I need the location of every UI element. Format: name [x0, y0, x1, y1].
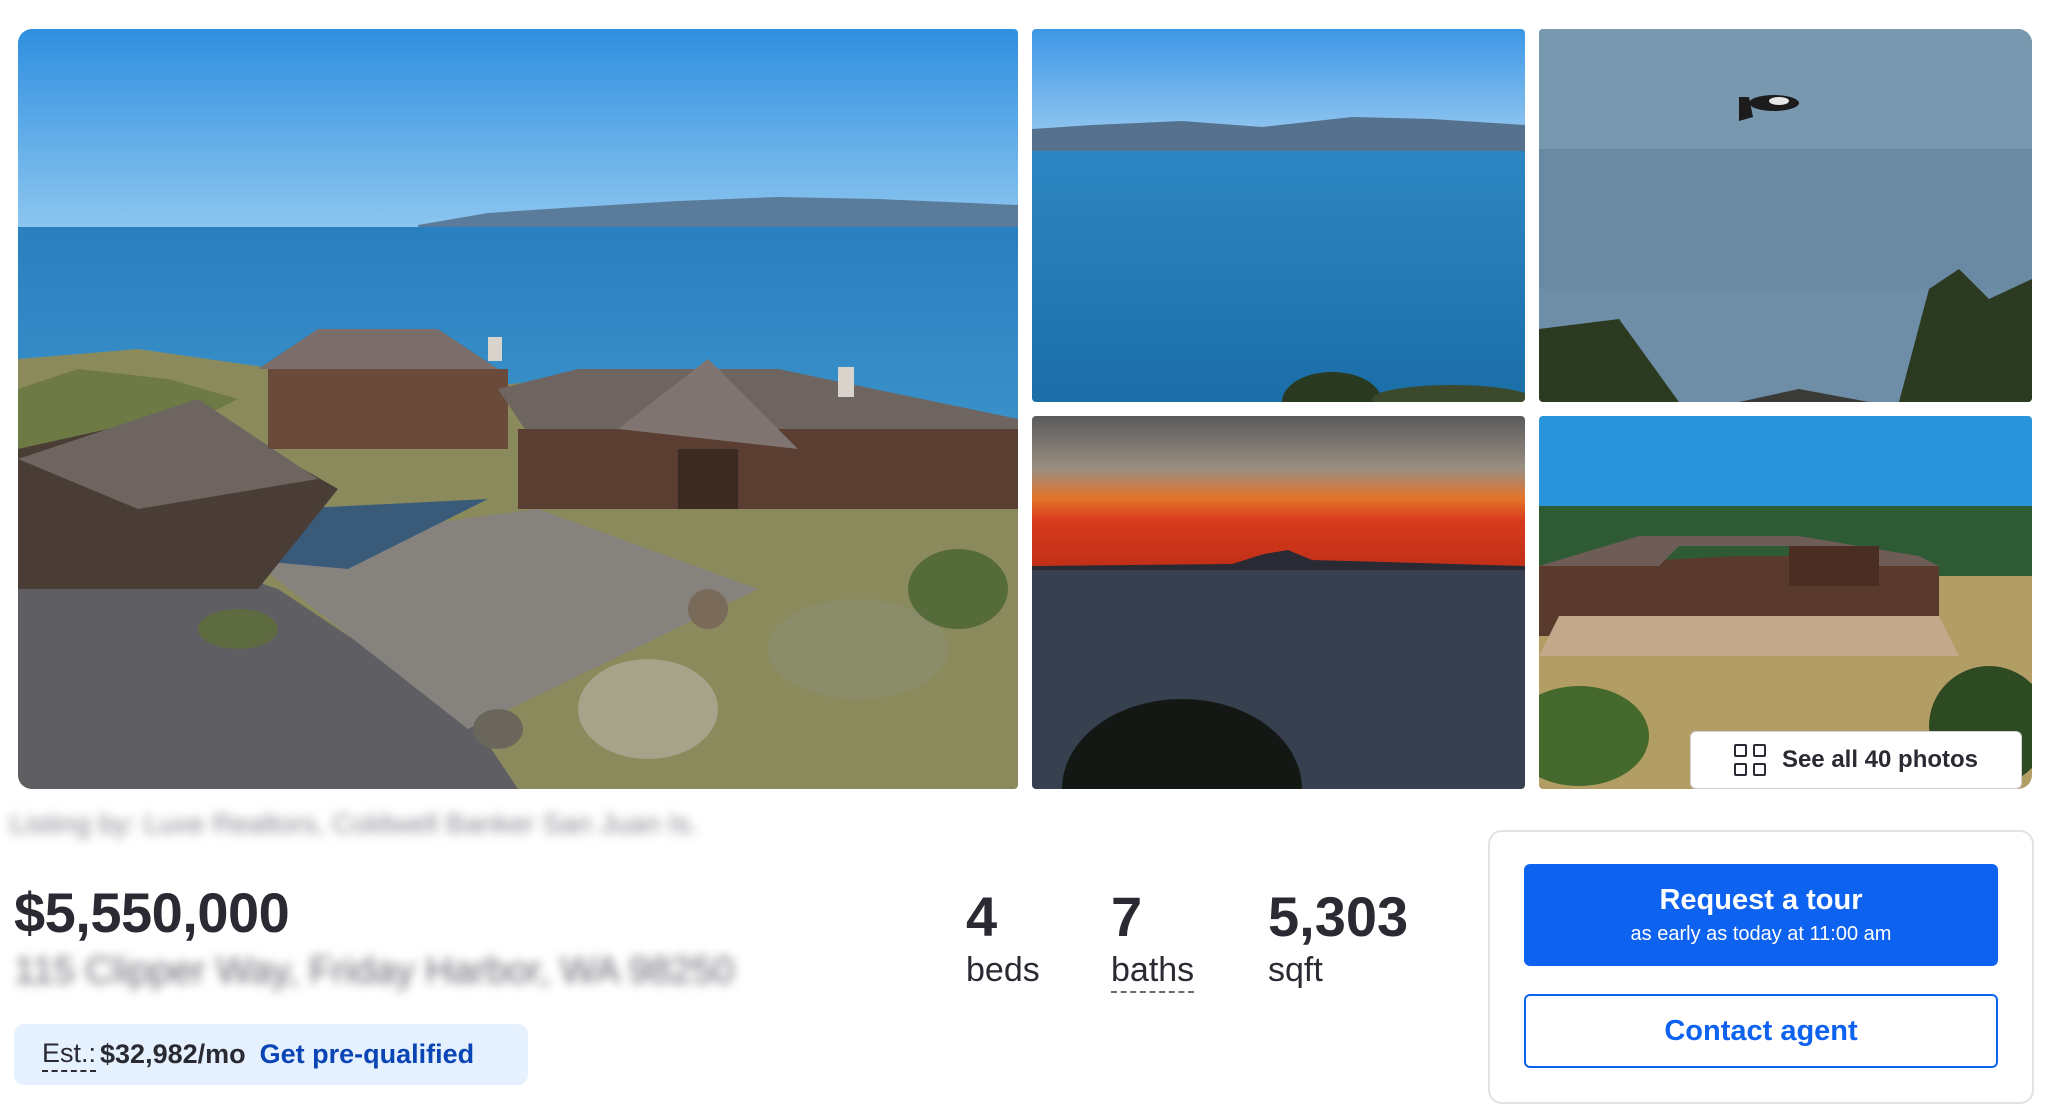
estimate-label[interactable]: Est.:: [42, 1038, 97, 1072]
request-tour-label: Request a tour: [1659, 884, 1863, 916]
sunset-photo[interactable]: [1032, 416, 1525, 789]
contact-card: Request a tour as early as today at 11:0…: [1488, 830, 2034, 1104]
beds-value: 4: [966, 885, 998, 948]
ocean-view-photo[interactable]: [1032, 29, 1525, 402]
listing-address: 115 Clipper Way, Friday Harbor, WA 98250: [14, 950, 735, 992]
listing-attribution: Listing by: Luxe Realtors, Coldwell Bank…: [10, 808, 698, 839]
baths-stat: 7 baths: [1111, 884, 1195, 993]
main-photo[interactable]: [18, 29, 1018, 789]
grid-icon: [1733, 744, 1766, 776]
payment-estimate: Est.: $32,982/mo Get pre-qualified: [14, 1024, 528, 1085]
contact-agent-button[interactable]: Contact agent: [1524, 994, 1998, 1068]
see-all-label: See all 40 photos: [1781, 746, 1979, 773]
estimate-amount: $32,982/mo: [100, 1039, 246, 1069]
orca-photo[interactable]: [1539, 29, 2032, 402]
sqft-value: 5,303: [1268, 885, 1409, 948]
get-prequalified-link[interactable]: Get pre-qualified: [260, 1039, 475, 1070]
photo-gallery: See all 40 photos: [18, 29, 2032, 789]
listing-price: $5,550,000: [14, 881, 290, 944]
baths-label[interactable]: baths: [1111, 951, 1195, 993]
sqft-label: sqft: [1268, 951, 1323, 989]
sqft-stat: 5,303 sqft: [1268, 884, 1408, 990]
beds-stat: 4 beds: [966, 884, 1040, 990]
request-tour-button[interactable]: Request a tour as early as today at 11:0…: [1524, 864, 1998, 966]
see-all-photos-button[interactable]: See all 40 photos: [1690, 731, 2022, 789]
baths-value: 7: [1111, 885, 1143, 948]
beds-label: beds: [966, 951, 1040, 989]
tour-availability: as early as today at 11:00 am: [1630, 923, 1892, 945]
